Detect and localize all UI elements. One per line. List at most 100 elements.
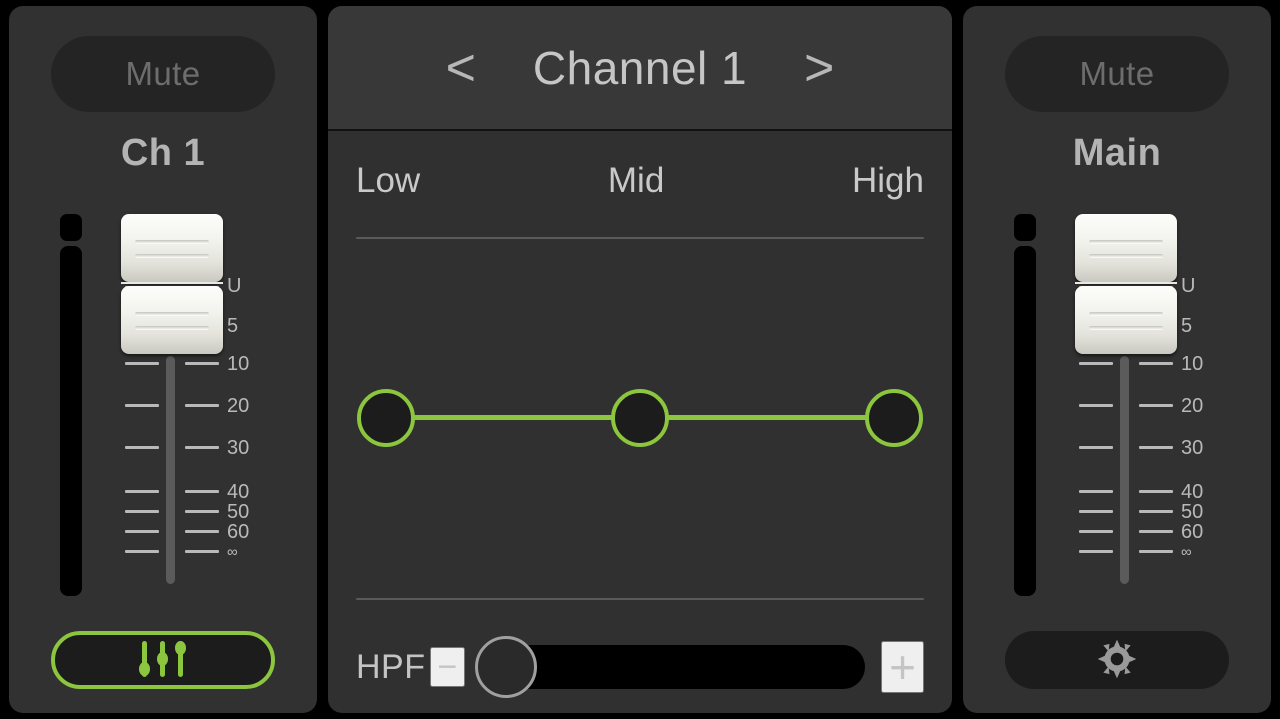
- fader-tick: [125, 362, 159, 365]
- fader-scale-label: 20: [227, 395, 250, 417]
- fader-grip-ridge: [1089, 254, 1163, 258]
- fader-rail: [166, 356, 175, 584]
- mute-button-main[interactable]: Mute: [1005, 36, 1229, 112]
- fader-scale-label: 40: [227, 481, 250, 503]
- fader-tick: [185, 404, 219, 407]
- fader-tick: [1079, 550, 1113, 553]
- mute-button-label: Mute: [1079, 55, 1155, 92]
- fader-grip-ridge: [135, 312, 209, 316]
- eq-band-label-mid: Mid: [607, 161, 665, 200]
- fader-tick: [1139, 530, 1173, 533]
- eq-band-labels: Low Mid High: [356, 161, 924, 201]
- channel-strip-panel: Mute Ch 1 U 5 10 20 30 40 50 60 ∞: [9, 6, 317, 713]
- next-channel-button[interactable]: >: [770, 42, 868, 94]
- fader-rail: [1120, 356, 1129, 584]
- fader-scale-label: 10: [1181, 353, 1204, 375]
- eq-divider-bottom: [356, 598, 924, 600]
- fader-tick: [125, 404, 159, 407]
- fader-scale-label: 40: [1181, 481, 1204, 503]
- hpf-slider-knob[interactable]: [475, 636, 538, 698]
- main-fader[interactable]: U 5 10 20 30 40 50 60 ∞: [1063, 206, 1223, 596]
- hpf-slider[interactable]: [475, 636, 866, 698]
- eq-node-mid[interactable]: [611, 389, 669, 447]
- fader-scale-label: 10: [227, 353, 250, 375]
- hpf-decrease-button[interactable]: −: [429, 647, 466, 687]
- fader-tick: [1079, 530, 1113, 533]
- fader-scale-label: 50: [1181, 501, 1204, 523]
- fader-tick: [1139, 446, 1173, 449]
- fader-grip-ridge: [135, 254, 209, 258]
- main-strip-panel: Mute Main U 5 10 20 30 40 50 60 ∞: [963, 6, 1271, 713]
- fader-grip-ridge: [135, 326, 209, 330]
- mixer-app: Mute Ch 1 U 5 10 20 30 40 50 60 ∞ < Chan…: [0, 0, 1280, 719]
- fader-scale-label: 5: [1181, 315, 1193, 337]
- fader-tick: [1139, 490, 1173, 493]
- level-meter-main: [1013, 214, 1037, 596]
- fader-grip-ridge: [1089, 240, 1163, 244]
- eq-divider-top: [356, 237, 924, 239]
- fader-scale-label: U: [227, 275, 242, 297]
- fader-tick: [1139, 362, 1173, 365]
- eq-panel: < Channel 1 > Low Mid High HPF − +: [328, 6, 952, 713]
- fader-scale-label: 60: [1181, 521, 1204, 543]
- eq-band-label-low: Low: [356, 161, 421, 200]
- channel-eq-button[interactable]: [51, 631, 275, 689]
- meter-track: [1014, 246, 1036, 596]
- fader-scale-label: ∞: [227, 543, 238, 561]
- fader-tick: [1139, 550, 1173, 553]
- meter-track: [60, 246, 82, 596]
- fader-scale-label: 30: [1181, 437, 1204, 459]
- fader-tick: [185, 550, 219, 553]
- fader-tick: [125, 550, 159, 553]
- mute-button-channel[interactable]: Mute: [51, 36, 275, 112]
- target-fader-cap[interactable]: [121, 214, 223, 282]
- target-fader-cap[interactable]: [1075, 214, 1177, 282]
- fader-tick: [1079, 362, 1113, 365]
- meter-clip-segment: [60, 214, 82, 241]
- fader-scale-label: ∞: [1181, 543, 1192, 561]
- eq-node-high[interactable]: [865, 389, 923, 447]
- fader-tick: [185, 362, 219, 365]
- sliders-icon: [136, 639, 190, 682]
- fader-tick: [1139, 510, 1173, 513]
- hpf-label: HPF: [356, 647, 426, 686]
- fader-tick: [185, 510, 219, 513]
- fader-scale-label: 50: [227, 501, 250, 523]
- fader-scale-label: 20: [1181, 395, 1204, 417]
- fader-tick: [1079, 490, 1113, 493]
- eq-node-low[interactable]: [357, 389, 415, 447]
- fader-tick: [185, 490, 219, 493]
- fader-tick: [1139, 404, 1173, 407]
- gear-icon: [1096, 638, 1138, 683]
- fader-cap[interactable]: [1075, 286, 1177, 354]
- previous-channel-button[interactable]: <: [412, 42, 510, 94]
- fader-scale-label: U: [1181, 275, 1196, 297]
- main-settings-button[interactable]: [1005, 631, 1229, 689]
- mute-button-label: Mute: [125, 55, 201, 92]
- fader-grip-ridge: [135, 240, 209, 244]
- fader-cap[interactable]: [121, 286, 223, 354]
- fader-scale-label: 5: [227, 315, 239, 337]
- main-name-label: Main: [1072, 132, 1162, 174]
- fader-scale-label: 30: [227, 437, 250, 459]
- fader-scale-label: 60: [227, 521, 250, 543]
- fader-tick: [1079, 510, 1113, 513]
- fader-unity-line: [1075, 282, 1177, 284]
- fader-tick: [125, 446, 159, 449]
- eq-curve-graph[interactable]: [356, 244, 924, 594]
- fader-tick: [1079, 404, 1113, 407]
- fader-tick: [185, 530, 219, 533]
- fader-unity-line: [121, 282, 223, 284]
- hpf-increase-button[interactable]: +: [881, 641, 924, 693]
- channel-name-label: Ch 1: [120, 132, 206, 174]
- fader-grip-ridge: [1089, 312, 1163, 316]
- eq-band-label-high: High: [852, 161, 924, 200]
- fader-tick: [1079, 446, 1113, 449]
- channel-fader[interactable]: U 5 10 20 30 40 50 60 ∞: [109, 206, 269, 596]
- level-meter-channel: [59, 214, 83, 596]
- fader-tick: [125, 510, 159, 513]
- fader-tick: [125, 530, 159, 533]
- eq-panel-title: Channel 1: [532, 41, 748, 94]
- eq-panel-header: < Channel 1 >: [328, 6, 952, 131]
- meter-clip-segment: [1014, 214, 1036, 241]
